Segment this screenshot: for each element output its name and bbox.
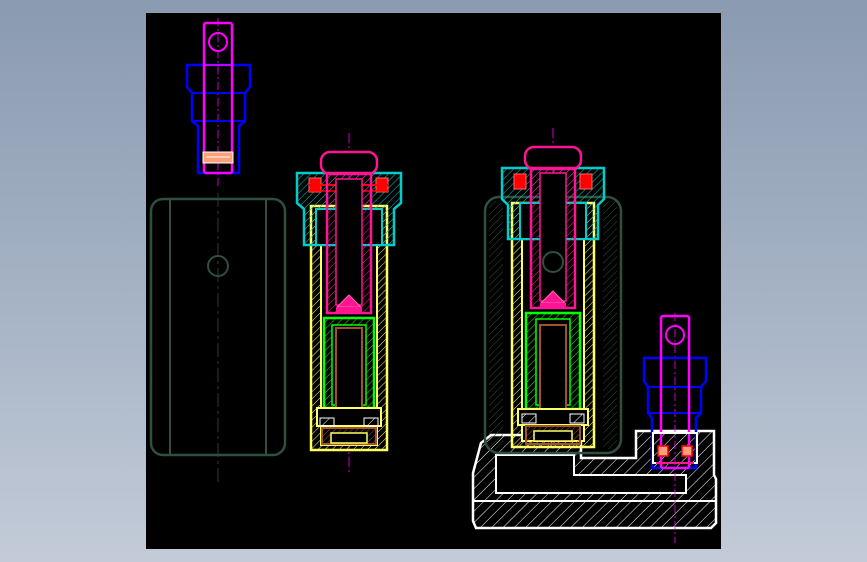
drawing-svg — [149, 18, 718, 543]
housing-left[interactable] — [149, 193, 287, 483]
pin-top-left[interactable] — [185, 18, 252, 188]
cylinder-middle[interactable] — [295, 133, 403, 473]
cad-viewport[interactable] — [146, 13, 721, 549]
